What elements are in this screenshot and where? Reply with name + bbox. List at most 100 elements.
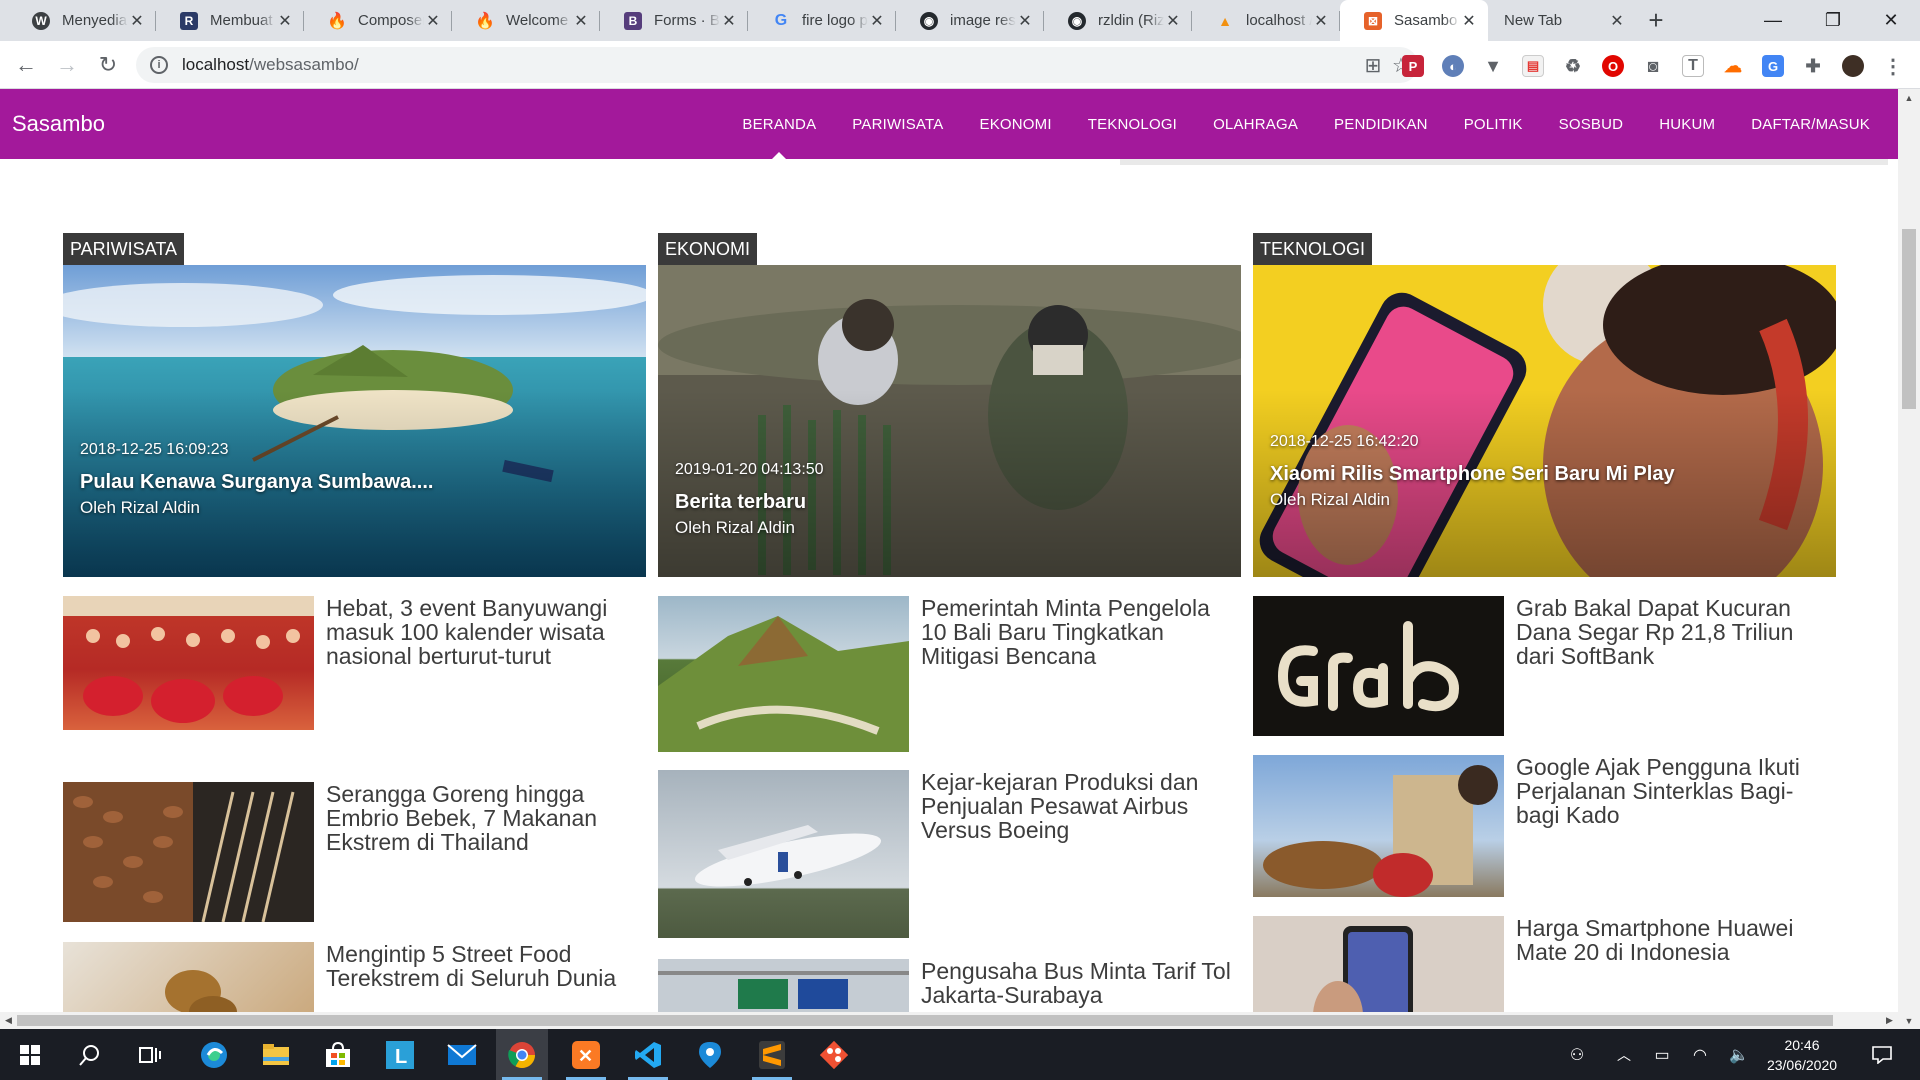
menu-item-ekonomi[interactable]: EKONOMI <box>961 89 1069 159</box>
vscode-icon[interactable] <box>622 1029 674 1080</box>
wifi-icon[interactable]: ◠ <box>1683 1029 1717 1080</box>
browser-tab[interactable]: R Membuat ✕ <box>156 0 304 41</box>
more-menu-icon[interactable]: ⋮ <box>1882 55 1904 78</box>
category-label[interactable]: EKONOMI <box>658 233 758 265</box>
site-brand[interactable]: Sasambo <box>12 111 105 137</box>
menu-item-pariwisata[interactable]: PARIWISATA <box>834 89 961 159</box>
close-tab-icon[interactable]: ✕ <box>424 11 442 31</box>
windows-start-icon[interactable] <box>4 1029 56 1080</box>
scroll-thumb[interactable] <box>17 1015 1833 1026</box>
l-app-icon[interactable]: L <box>374 1029 426 1080</box>
browser-tab[interactable]: 🔥 Welcome ✕ <box>452 0 600 41</box>
hero-article[interactable]: 2018-12-25 16:42:20 Xiaomi Rilis Smartph… <box>1253 265 1836 577</box>
hero-article[interactable]: 2019-01-20 04:13:50 Berita terbaru Oleh … <box>658 265 1241 577</box>
address-bar[interactable]: i localhost/websasambo/ ⊞ ☆ <box>136 47 1418 83</box>
file-explorer-icon[interactable] <box>250 1029 302 1080</box>
horizontal-scrollbar[interactable]: ◀ ▶ <box>0 1012 1898 1029</box>
article-title[interactable]: Serangga Goreng hingga Embrio Bebek, 7 M… <box>326 782 644 854</box>
browser-tab[interactable]: ▲ localhost / ✕ <box>1192 0 1340 41</box>
browser-tab[interactable]: ◉ image resi ✕ <box>896 0 1044 41</box>
task-view-icon[interactable] <box>124 1029 176 1080</box>
close-tab-icon[interactable]: ✕ <box>1016 11 1034 31</box>
show-hidden-icons[interactable]: ︿ <box>1607 1029 1641 1080</box>
article-thumbnail[interactable] <box>63 942 314 1012</box>
scroll-right-icon[interactable]: ▶ <box>1881 1012 1898 1029</box>
article-thumbnail[interactable] <box>658 959 909 1012</box>
extension-calendar-icon[interactable]: ▤ <box>1522 55 1544 77</box>
xampp-icon[interactable]: ✕ <box>560 1029 612 1080</box>
browser-tab[interactable]: W Menyediakan ✕ <box>8 0 156 41</box>
back-icon[interactable]: ← <box>10 49 42 81</box>
close-tab-icon[interactable]: ✕ <box>128 11 146 31</box>
font-icon[interactable]: T <box>1682 55 1704 77</box>
article-thumbnail[interactable] <box>1253 916 1504 1012</box>
menu-item-pendidikan[interactable]: PENDIDIKAN <box>1316 89 1446 159</box>
article-title[interactable]: Kejar-kejaran Produksi dan Penjualan Pes… <box>921 770 1239 842</box>
hero-article[interactable]: 2018-12-25 16:09:23 Pulau Kenawa Surgany… <box>63 265 646 577</box>
article-title[interactable]: Pemerintah Minta Pengelola 10 Bali Baru … <box>921 596 1239 668</box>
opera-icon[interactable]: O <box>1602 55 1624 77</box>
category-label[interactable]: PARIWISATA <box>63 233 185 265</box>
forward-icon[interactable]: → <box>51 49 83 81</box>
git-icon[interactable] <box>808 1029 860 1080</box>
extension-circle-icon[interactable]: ◐ <box>1442 55 1464 77</box>
article-title[interactable]: Grab Bakal Dapat Kucuran Dana Segar Rp 2… <box>1516 596 1834 668</box>
close-tab-icon[interactable]: ✕ <box>720 11 738 31</box>
taskbar-clock[interactable]: 20:46 23/06/2020 <box>1758 1035 1846 1075</box>
browser-tab[interactable]: ◉ rzldin (Riz ✕ <box>1044 0 1192 41</box>
hero-title[interactable]: Pulau Kenawa Surganya Sumbawa.... <box>80 471 433 494</box>
close-tab-icon[interactable]: ✕ <box>572 11 590 31</box>
cloud-icon[interactable]: ☁ <box>1722 55 1744 77</box>
close-tab-icon[interactable]: ✕ <box>1608 11 1626 31</box>
menu-item-olahraga[interactable]: OLAHRAGA <box>1195 89 1316 159</box>
chrome-icon[interactable] <box>496 1029 548 1080</box>
search-icon[interactable] <box>64 1029 116 1080</box>
menu-item-teknologi[interactable]: TEKNOLOGI <box>1070 89 1195 159</box>
article-title[interactable]: Mengintip 5 Street Food Terekstrem di Se… <box>326 942 644 990</box>
scroll-up-icon[interactable]: ▲ <box>1898 89 1920 106</box>
close-tab-icon[interactable]: ✕ <box>1164 11 1182 31</box>
screenshot-icon[interactable]: ◙ <box>1642 55 1664 77</box>
volume-icon[interactable]: 🔈 <box>1722 1029 1756 1080</box>
restore-icon[interactable]: ❐ <box>1804 0 1862 41</box>
pocket-icon[interactable]: P <box>1402 55 1424 77</box>
menu-item-sosbud[interactable]: SOSBUD <box>1541 89 1642 159</box>
close-tab-icon[interactable]: ✕ <box>868 11 886 31</box>
extensions-puzzle-icon[interactable]: ✚ <box>1802 55 1824 77</box>
article-thumbnail[interactable] <box>658 596 909 752</box>
maps-icon[interactable] <box>684 1029 736 1080</box>
vertical-scrollbar[interactable]: ▲ ▼ <box>1898 89 1920 1029</box>
close-tab-icon[interactable]: ✕ <box>1312 11 1330 31</box>
translate-icon[interactable]: ⊞ <box>1358 47 1388 83</box>
avatar[interactable] <box>1842 55 1864 77</box>
article-title[interactable]: Google Ajak Pengguna Ikuti Perjalanan Si… <box>1516 755 1834 827</box>
category-label[interactable]: TEKNOLOGI <box>1253 233 1373 265</box>
menu-item-beranda[interactable]: BERANDA <box>724 89 834 159</box>
article-thumbnail[interactable] <box>63 596 314 730</box>
scroll-left-icon[interactable]: ◀ <box>0 1012 17 1029</box>
hero-title[interactable]: Berita terbaru <box>675 491 824 514</box>
close-window-icon[interactable]: ✕ <box>1862 0 1920 41</box>
edge-icon[interactable] <box>188 1029 240 1080</box>
article-thumbnail[interactable] <box>1253 596 1504 736</box>
hero-title[interactable]: Xiaomi Rilis Smartphone Seri Baru Mi Pla… <box>1270 463 1675 486</box>
menu-item-daftar-masuk[interactable]: DAFTAR/MASUK <box>1733 89 1888 159</box>
scroll-down-icon[interactable]: ▼ <box>1898 1012 1920 1029</box>
article-thumbnail[interactable] <box>1253 755 1504 897</box>
battery-icon[interactable]: ▭ <box>1645 1029 1679 1080</box>
scroll-thumb[interactable] <box>1902 229 1916 409</box>
browser-tab[interactable]: New Tab ✕ <box>1488 0 1636 41</box>
minimize-icon[interactable]: — <box>1744 0 1802 41</box>
article-title[interactable]: Harga Smartphone Huawei Mate 20 di Indon… <box>1516 916 1834 964</box>
browser-tab[interactable]: 🔥 Composer ✕ <box>304 0 452 41</box>
recycle-icon[interactable]: ♻ <box>1562 55 1584 77</box>
browser-tab-active[interactable]: ⊠ Sasambo ✕ <box>1340 0 1488 41</box>
menu-item-politik[interactable]: POLITIK <box>1446 89 1541 159</box>
article-thumbnail[interactable] <box>658 770 909 938</box>
close-tab-icon[interactable]: ✕ <box>276 11 294 31</box>
close-tab-icon[interactable]: ✕ <box>1460 11 1478 31</box>
notifications-icon[interactable] <box>1862 1029 1902 1080</box>
browser-tab[interactable]: G fire logo p ✕ <box>748 0 896 41</box>
sublime-icon[interactable] <box>746 1029 798 1080</box>
site-info-icon[interactable]: i <box>150 56 168 74</box>
